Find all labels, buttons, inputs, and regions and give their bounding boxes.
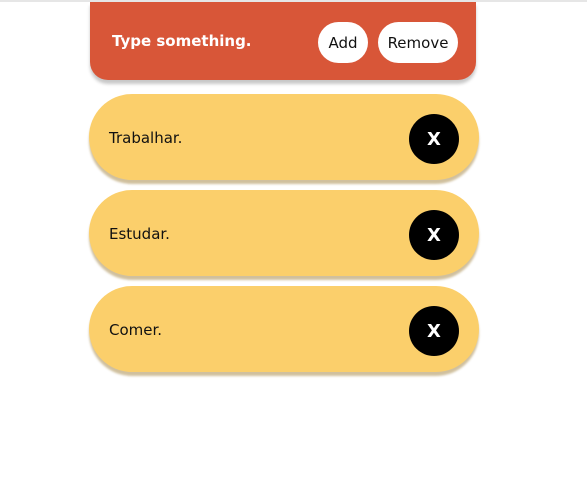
delete-task-button[interactable]: X xyxy=(409,114,459,164)
task-card: Trabalhar. X xyxy=(89,94,479,180)
task-label: Trabalhar. xyxy=(109,129,183,147)
add-button[interactable]: Add xyxy=(318,22,368,63)
task-label: Estudar. xyxy=(109,225,170,243)
header-bar: Add Remove xyxy=(90,2,476,80)
remove-button[interactable]: Remove xyxy=(378,22,458,63)
task-card: Estudar. X xyxy=(89,190,479,276)
task-input[interactable] xyxy=(112,32,302,50)
delete-task-button[interactable]: X xyxy=(409,210,459,260)
delete-task-button[interactable]: X xyxy=(409,306,459,356)
task-card: Comer. X xyxy=(89,286,479,372)
task-label: Comer. xyxy=(109,321,163,339)
